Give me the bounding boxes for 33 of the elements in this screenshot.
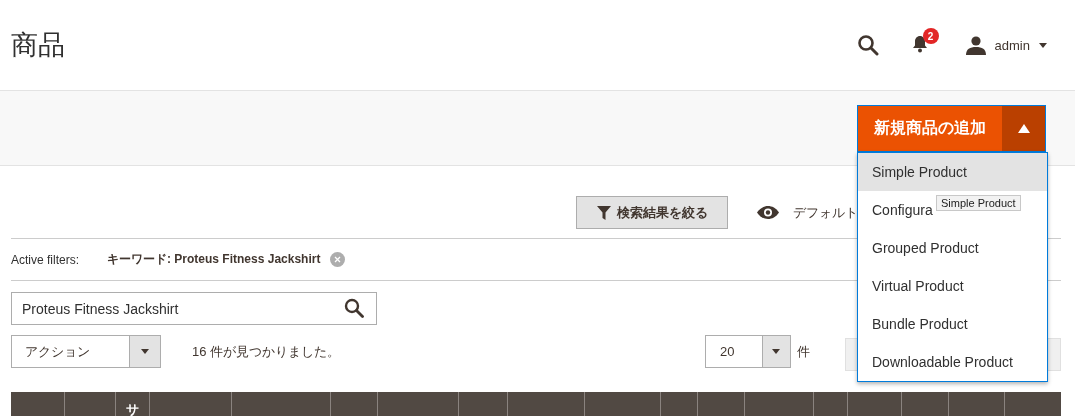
bell-icon[interactable]: [911, 35, 928, 53]
menu-item[interactable]: Simple Product: [858, 153, 1047, 191]
menu-item[interactable]: Grouped Product: [858, 229, 979, 267]
eye-icon: [757, 206, 779, 219]
per-page-unit: 件: [797, 342, 810, 361]
menu-item[interactable]: Bundle Product: [858, 305, 968, 343]
filter-icon: [596, 205, 611, 220]
active-filters-label: Active filters:: [11, 252, 79, 267]
active-filter: キーワード: Proteus Fitness Jackshirt: [107, 251, 321, 268]
view-button[interactable]: デフォルト: [757, 203, 858, 222]
filters-button[interactable]: 検索結果を絞る: [576, 196, 728, 229]
user-icon: [965, 35, 986, 55]
caret-icon: [141, 349, 150, 354]
add-product-toggle[interactable]: [1002, 106, 1045, 151]
add-product-button[interactable]: 新規商品の追加: [858, 106, 1002, 151]
search-field[interactable]: Proteus Fitness Jackshirt: [11, 292, 377, 325]
caret-icon: [1017, 124, 1030, 133]
search-icon[interactable]: [344, 298, 364, 318]
actions-select[interactable]: アクション: [11, 335, 161, 368]
menu-item[interactable]: Configura: [858, 191, 933, 229]
notification-badge: 2: [922, 28, 939, 44]
tooltip: Simple Product: [936, 195, 1021, 211]
search-icon[interactable]: [856, 34, 879, 56]
caret-icon: [1039, 42, 1047, 48]
user-menu[interactable]: admin: [965, 35, 1047, 55]
menu-item[interactable]: Downloadable Product: [858, 343, 1013, 381]
column-header[interactable]: サ: [126, 401, 139, 416]
caret-icon: [772, 349, 781, 354]
page-title: 商品: [11, 29, 65, 62]
menu-item[interactable]: Virtual Product: [858, 267, 964, 305]
user-name: admin: [994, 37, 1030, 53]
records-found: 16 件が見つかりました。: [192, 342, 341, 361]
per-page-select[interactable]: 20: [705, 335, 791, 368]
